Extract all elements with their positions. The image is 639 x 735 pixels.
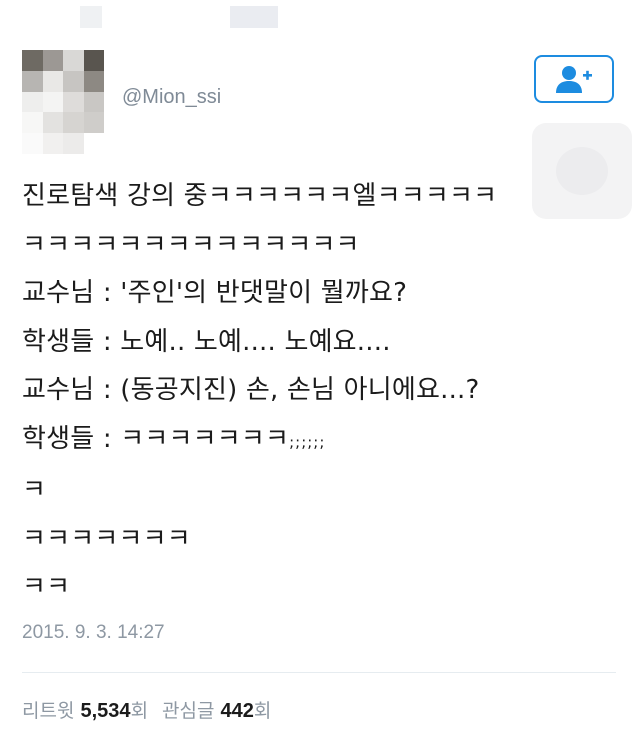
divider <box>22 672 616 673</box>
add-user-icon <box>556 66 592 93</box>
follow-button[interactable] <box>534 55 614 103</box>
tweet-stats: 리트윗 5,534회 관심글 442회 <box>22 696 271 723</box>
like-label: 관심글 <box>162 700 215 722</box>
retweet-unit: 회 <box>130 700 149 722</box>
tweet-line: ㅋㅋㅋㅋㅋㅋㅋㅋㅋㅋㅋㅋㅋㅋ <box>22 229 360 260</box>
tweet-line: ㅋㅋㅋㅋㅋㅋㅋ <box>22 523 191 554</box>
retweet-count: 5,534 <box>80 700 131 722</box>
tweet-timestamp[interactable]: 2015. 9. 3. 14:27 <box>22 622 165 644</box>
tweet-line: ㅋ <box>22 475 47 505</box>
tweet-line-suffix: ;;;;;; <box>289 432 326 451</box>
like-stat[interactable]: 관심글 442회 <box>162 700 271 722</box>
tweet-line: 진로탐색 강의 중ㅋㅋㅋㅋㅋㅋ엘ㅋㅋㅋㅋㅋ <box>22 181 498 211</box>
tweet-line-text: 학생들 : ㅋㅋㅋㅋㅋㅋㅋ <box>22 423 290 454</box>
tweet-line: 학생들 : ㅋㅋㅋㅋㅋㅋㅋ;;;;;; <box>22 415 622 467</box>
blurred-header-fragment <box>80 6 102 28</box>
like-count: 442 <box>220 700 254 722</box>
tweet-line: 학생들 : 노예.. 노예.... 노예요.... <box>22 326 391 357</box>
avatar[interactable] <box>22 50 104 154</box>
tweet-line: 교수님 : (동공지진) 손, 손님 아니에요...? <box>22 375 480 405</box>
blurred-header-fragment <box>230 6 278 28</box>
retweet-label: 리트윗 <box>22 700 75 722</box>
user-handle[interactable]: @Mion_ssi <box>122 86 221 109</box>
tweet-line: ㅋㅋ <box>22 572 71 602</box>
tweet-text: 진로탐색 강의 중ㅋㅋㅋㅋㅋㅋ엘ㅋㅋㅋㅋㅋ ㅋㅋㅋㅋㅋㅋㅋㅋㅋㅋㅋㅋㅋㅋ 교수님… <box>22 172 622 612</box>
retweet-stat[interactable]: 리트윗 5,534회 <box>22 700 148 722</box>
like-unit: 회 <box>253 700 272 722</box>
tweet-line: 교수님 : '주인'의 반댓말이 뭘까요? <box>22 278 408 308</box>
